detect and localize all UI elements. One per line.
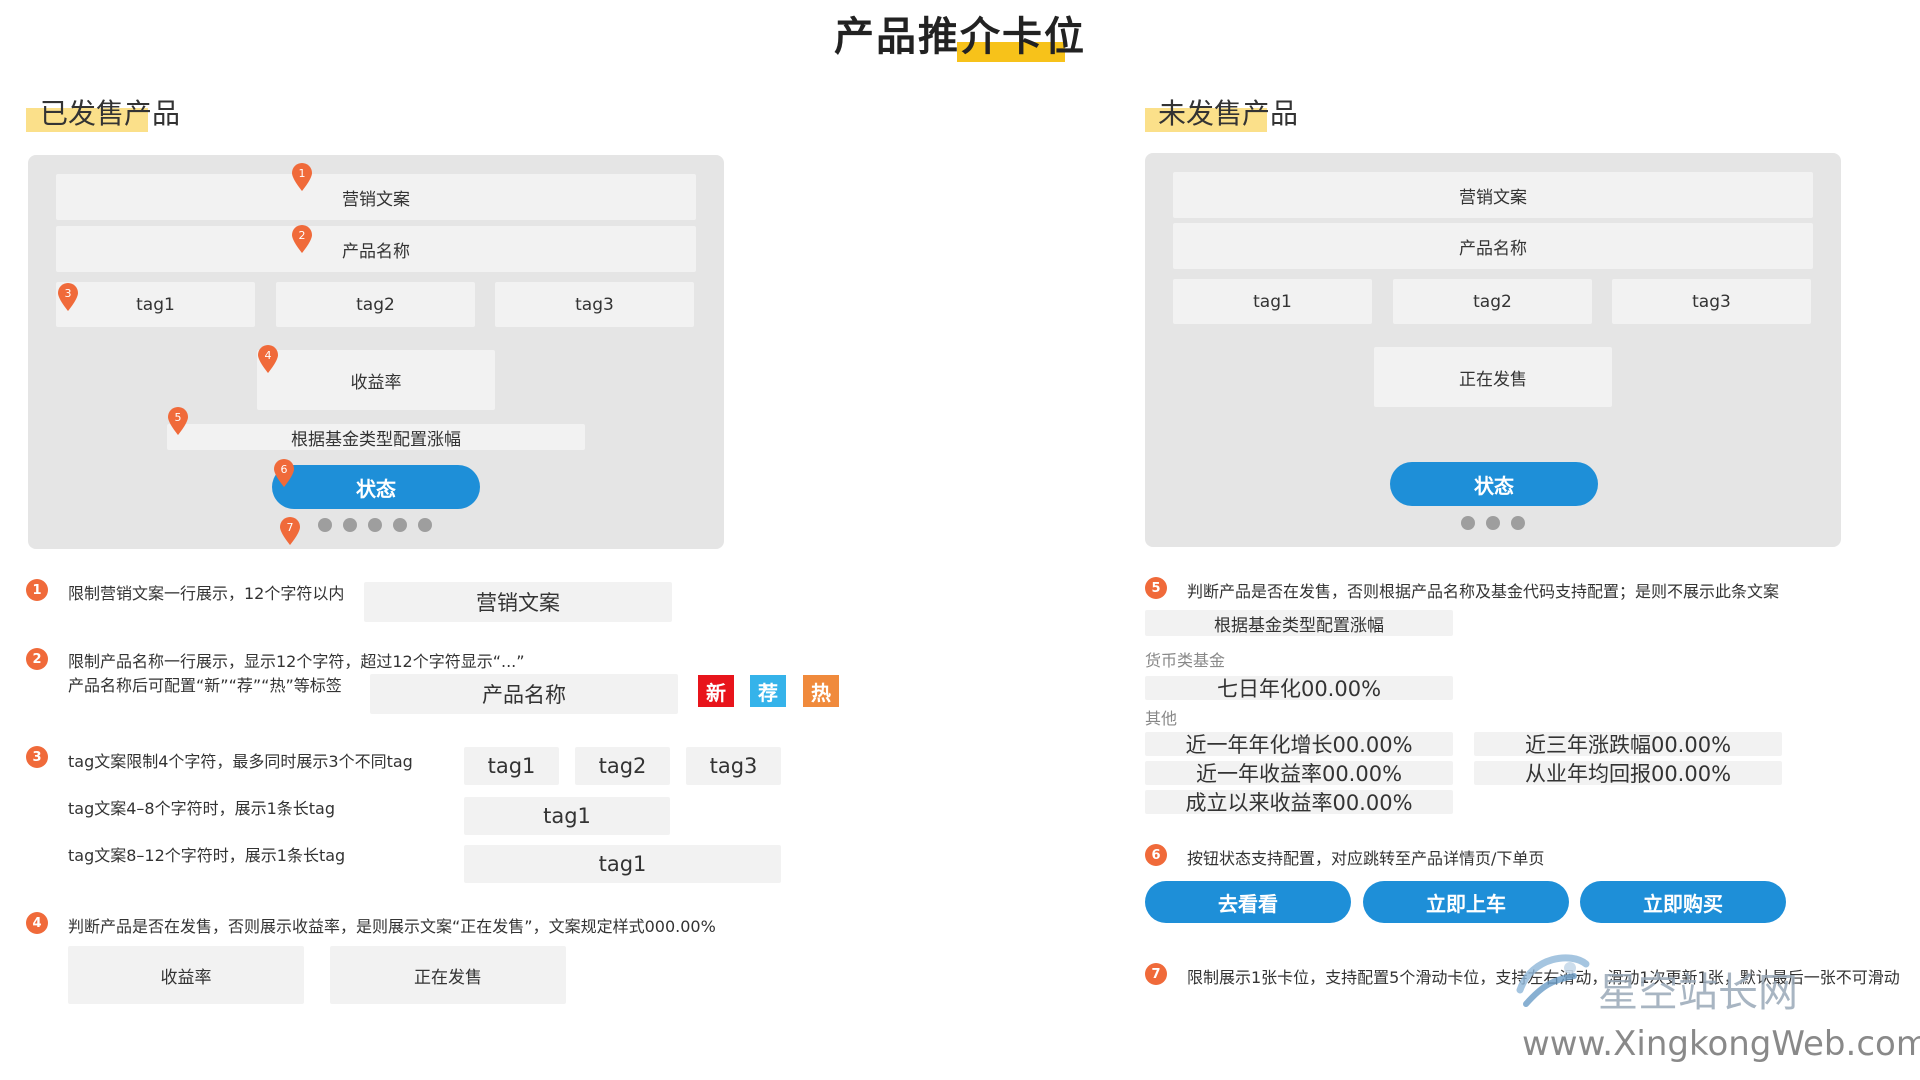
pager-dot[interactable] [368,518,382,532]
pager-dots [1461,516,1531,530]
note-number-7: 7 [1145,963,1167,985]
map-pin-icon: 1 [290,162,314,192]
selling-slot: 正在发售 [1374,347,1612,407]
pin-number: 4 [265,349,272,362]
pin-number: 3 [65,287,72,300]
pager-dot[interactable] [318,518,332,532]
other-fund-label: 其他 [1145,709,1178,728]
note-6-text: 按钮状态支持配置，对应跳转至产品详情页/下单页 [1187,849,1545,868]
tag-slot: tag3 [495,282,694,327]
config-slot: 根据基金类型配置涨幅 [167,424,585,450]
note-5-text: 判断产品是否在发售，否则根据产品名称及基金代码支持配置；是则不展示此条文案 [1187,582,1780,601]
tag-example-slot: tag3 [686,747,781,785]
marketing-slot: 营销文案 [1173,172,1813,218]
go-look-button[interactable]: 去看看 [1145,881,1351,923]
other-metric-slot: 近一年年化增长00.00% [1145,732,1453,757]
other-metric-slot: 近一年收益率00.00% [1145,761,1453,786]
pin-number: 1 [299,167,306,180]
badge-recommend: 荐 [750,675,786,707]
pin-number: 6 [281,463,288,476]
note-2-text-line2: 产品名称后可配置“新”“荐”“热”等标签 [68,676,342,695]
other-metric-slot: 近三年涨跌幅00.00% [1474,732,1782,757]
badge-hot: 热 [803,675,839,707]
config-example-slot: 根据基金类型配置涨幅 [1145,610,1453,636]
note-1-text: 限制营销文案一行展示，12个字符以内 [68,584,345,603]
yield-example-slot: 收益率 [68,946,304,1004]
long-tag-example-slot: tag1 [464,797,670,835]
tag-slot: tag1 [56,282,255,327]
other-metric-slot: 从业年均回报00.00% [1474,761,1782,786]
pager-dot[interactable] [393,518,407,532]
map-pin-icon: 6 [272,458,296,488]
board-now-button[interactable]: 立即上车 [1363,881,1569,923]
money-fund-label: 货币类基金 [1145,651,1226,670]
yield-slot: 收益率 [257,350,495,410]
map-pin-icon: 3 [56,282,80,312]
note-2-text-line1: 限制产品名称一行展示，显示12个字符，超过12个字符显示“...” [68,652,525,671]
note-number-5: 5 [1145,577,1167,599]
note-3-text-line3: tag文案8–12个字符时，展示1条长tag [68,846,346,865]
marketing-example-slot: 营销文案 [364,582,672,622]
pin-number: 7 [287,521,294,534]
product-name-slot: 产品名称 [1173,223,1813,269]
tag-slot: tag3 [1612,279,1811,324]
status-button[interactable]: 状态 [1390,462,1598,506]
tag-slot: tag2 [276,282,475,327]
map-pin-icon: 2 [290,224,314,254]
note-number-4: 4 [26,912,48,934]
note-number-1: 1 [26,579,48,601]
note-number-6: 6 [1145,844,1167,866]
tag-slot: tag1 [1173,279,1372,324]
section-title-unsold: 未发售产品 [1158,97,1299,130]
other-metric-slot: 成立以来收益率00.00% [1145,790,1453,815]
watermark-url: www.XingkongWeb.com [1522,1024,1920,1064]
tag-example-slot: tag2 [575,747,670,785]
map-pin-icon: 4 [256,344,280,374]
watermark-logo-icon [1512,946,1590,1016]
watermark-text: 星空站长网 [1598,970,1798,1016]
section-title-sold: 已发售产品 [40,97,181,130]
marketing-slot: 营销文案 [56,174,696,220]
map-pin-icon: 7 [278,516,302,546]
pager-dot[interactable] [418,518,432,532]
page-title: 产品推介卡位 [834,14,1086,60]
product-name-slot: 产品名称 [56,226,696,272]
note-number-3: 3 [26,746,48,768]
note-4-text: 判断产品是否在发售，否则展示收益率，是则展示文案“正在发售”，文案规定样式000… [68,917,716,936]
pager-dot[interactable] [343,518,357,532]
status-button[interactable]: 状态 [272,465,480,509]
tag-example-slot: tag1 [464,747,559,785]
long-tag-example-slot: tag1 [464,845,781,883]
tag-slot: tag2 [1393,279,1592,324]
note-number-2: 2 [26,648,48,670]
map-pin-icon: 5 [166,406,190,436]
note-3-text-line2: tag文案4–8个字符时，展示1条长tag [68,799,336,818]
pager-dot[interactable] [1511,516,1525,530]
selling-example-slot: 正在发售 [330,946,566,1004]
pager-dot[interactable] [1461,516,1475,530]
pager-dot[interactable] [1486,516,1500,530]
money-fund-value: 七日年化00.00% [1145,676,1453,701]
product-name-example-slot: 产品名称 [370,674,678,714]
pin-number: 2 [299,229,306,242]
pin-number: 5 [175,411,182,424]
badge-new: 新 [698,675,734,707]
pager-dots [318,518,438,532]
buy-now-button[interactable]: 立即购买 [1580,881,1786,923]
note-3-text-line1: tag文案限制4个字符，最多同时展示3个不同tag [68,752,413,771]
